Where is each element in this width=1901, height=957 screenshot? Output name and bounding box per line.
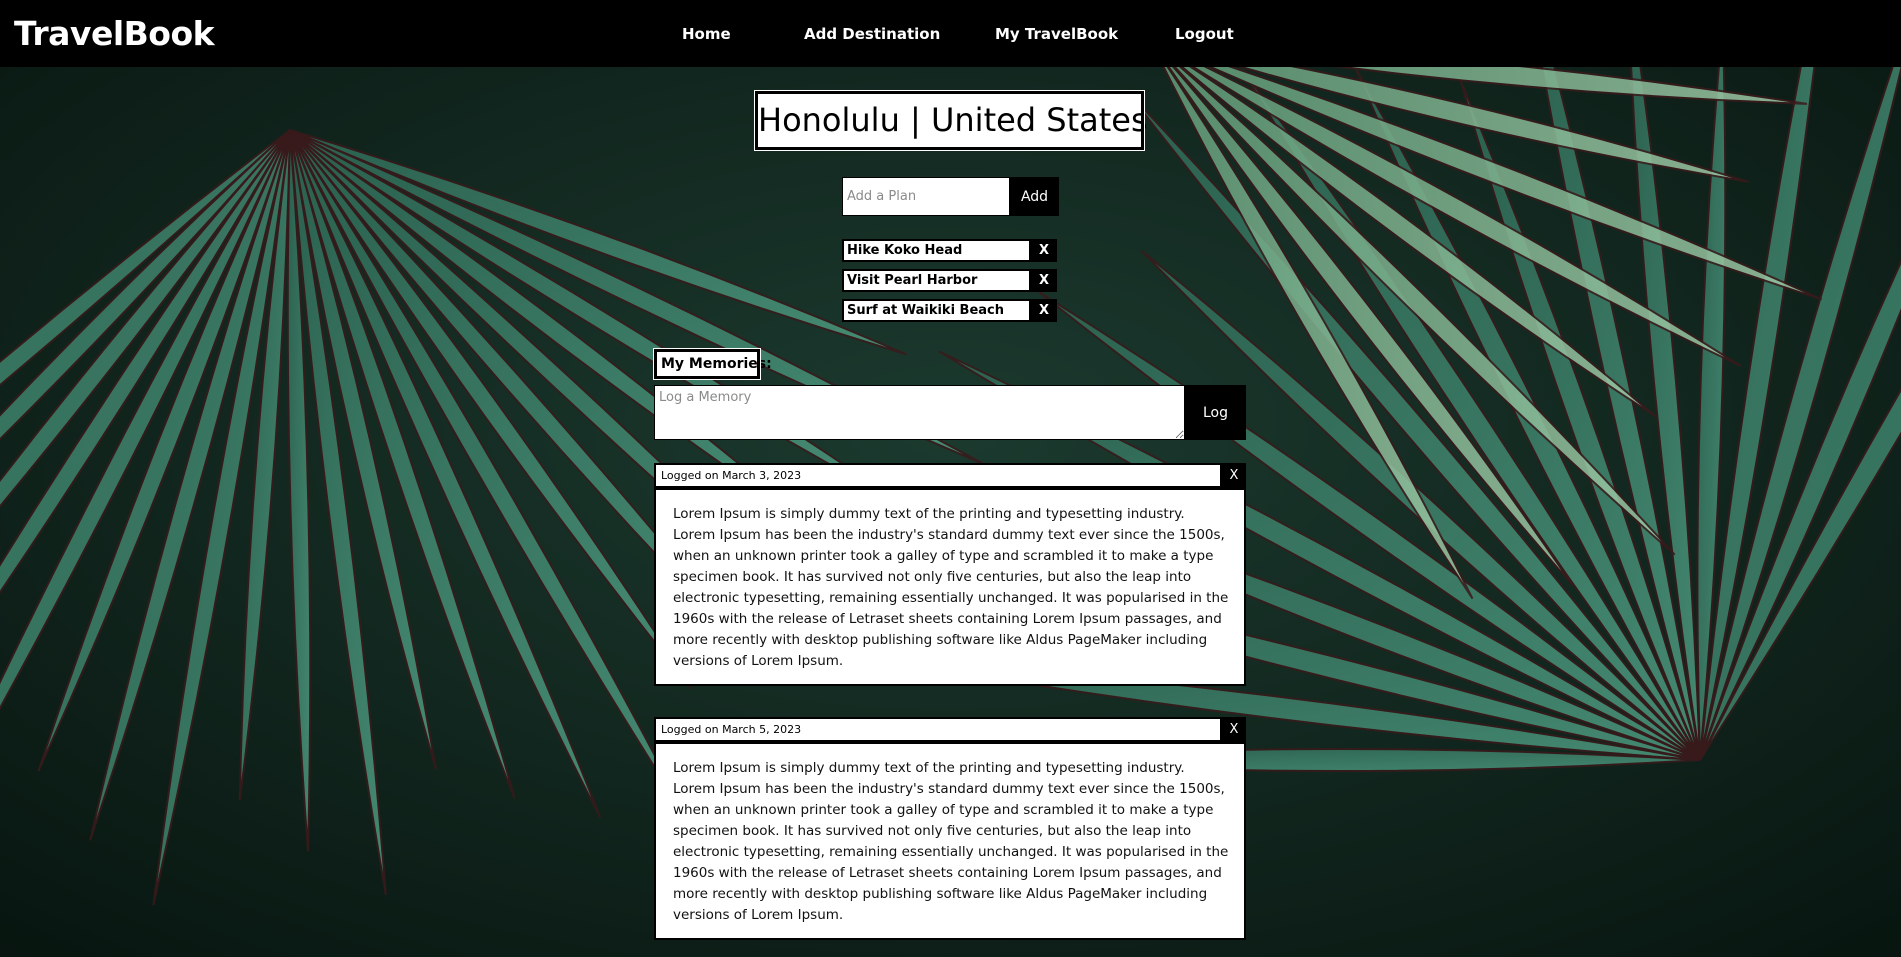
top-navbar: TravelBook Home Add Destination My Trave… — [0, 0, 1901, 67]
add-plan-input[interactable] — [842, 177, 1010, 216]
plan-item: Surf at Waikiki Beach X — [842, 299, 1057, 322]
plan-item: Visit Pearl Harbor X — [842, 269, 1057, 292]
add-plan-button[interactable]: Add — [1010, 177, 1059, 216]
delete-memory-button[interactable]: X — [1222, 717, 1246, 742]
nav-home-link[interactable]: Home — [682, 25, 731, 43]
memory-date: Logged on March 5, 2023 — [654, 717, 1222, 742]
destination-title: Honolulu | United States — [754, 90, 1148, 151]
remove-plan-button[interactable]: X — [1031, 269, 1057, 292]
my-memories-label: My Memories: — [653, 348, 772, 380]
nav-logout-link[interactable]: Logout — [1175, 25, 1234, 43]
nav-add-destination-link[interactable]: Add Destination — [804, 25, 940, 43]
brand-logo[interactable]: TravelBook — [14, 14, 215, 53]
log-memory-button[interactable]: Log — [1185, 385, 1246, 440]
remove-plan-button[interactable]: X — [1031, 299, 1057, 322]
memory-date: Logged on March 3, 2023 — [654, 463, 1222, 488]
memory-text: Lorem Ipsum is simply dummy text of the … — [654, 742, 1246, 940]
plan-item: Hike Koko Head X — [842, 239, 1057, 262]
remove-plan-button[interactable]: X — [1031, 239, 1057, 262]
delete-memory-button[interactable]: X — [1222, 463, 1246, 488]
plan-item-text: Surf at Waikiki Beach — [842, 299, 1031, 322]
main-content: Honolulu | United States Add Hike Koko H… — [0, 0, 1901, 957]
plan-item-text: Hike Koko Head — [842, 239, 1031, 262]
memory-text: Lorem Ipsum is simply dummy text of the … — [654, 488, 1246, 686]
log-memory-textarea[interactable] — [654, 385, 1185, 440]
plan-item-text: Visit Pearl Harbor — [842, 269, 1031, 292]
nav-my-travelbook-link[interactable]: My TravelBook — [995, 25, 1118, 43]
